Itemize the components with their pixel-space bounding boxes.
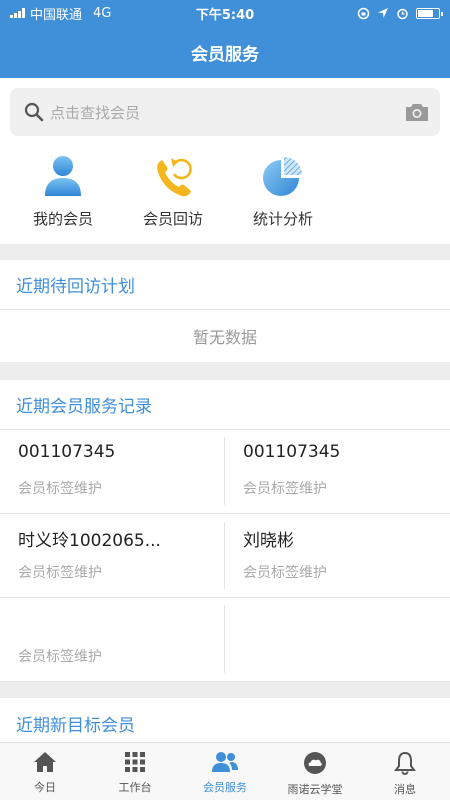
location-icon (378, 8, 388, 18)
page-title: 会员服务 (191, 44, 259, 65)
record-member-name: 时义玲1002065... (18, 531, 161, 550)
service-record-item[interactable]: 时义玲1002065... 会员标签维护 (0, 514, 225, 598)
tab-member-service[interactable]: 会员服务 (180, 743, 270, 800)
search-icon (24, 102, 44, 122)
statistics-label: 统计分析 (252, 210, 313, 228)
my-members-label: 我的会员 (32, 210, 93, 228)
record-service-type: 会员标签维护 (243, 565, 327, 581)
orientation-lock-icon (357, 7, 370, 19)
pending-visits-title: 近期待回访计划 (0, 260, 450, 310)
members-icon (212, 752, 238, 772)
service-records-title: 近期会员服务记录 (0, 380, 450, 430)
service-record-item[interactable]: 001107345 会员标签维护 (0, 430, 225, 514)
quick-actions: 我的会员 会员回访 统计分析 (0, 144, 450, 244)
phone-callback-icon (157, 158, 192, 197)
record-member-name (243, 610, 450, 634)
statistics-button[interactable]: 统计分析 (228, 144, 338, 244)
service-record-item (225, 598, 450, 682)
pending-visits-empty: 暂无数据 (192, 328, 257, 347)
cloud-icon (304, 752, 326, 774)
service-record-item[interactable]: 刘晓彬 会员标签维护 (225, 514, 450, 598)
service-records-section: 近期会员服务记录 001107345 会员标签维护 001107345 会员标签… (0, 380, 450, 682)
tab-today-label: 今日 (34, 781, 56, 794)
network-type: 4G (93, 5, 112, 21)
record-service-type: 会员标签维护 (18, 481, 102, 497)
pie-chart-icon (263, 157, 302, 196)
record-member-name (18, 610, 225, 634)
camera-icon[interactable] (404, 101, 430, 123)
member-callback-button[interactable]: 会员回访 (118, 144, 228, 244)
tab-member-service-label: 会员服务 (203, 781, 247, 794)
tab-workbench[interactable]: 工作台 (90, 743, 180, 800)
search-placeholder: 点击查找会员 (50, 103, 141, 122)
bell-icon (394, 751, 416, 775)
service-record-item[interactable]: 会员标签维护 (0, 598, 225, 682)
tab-bar: 今日 工作台 会员服务 雨诺云学堂 消息 (0, 742, 450, 800)
my-members-button[interactable]: 我的会员 (8, 144, 118, 244)
tab-workbench-label: 工作台 (118, 781, 152, 794)
record-service-type: 会员标签维护 (18, 565, 102, 581)
battery-icon (416, 7, 443, 19)
record-member-name: 001107345 (243, 442, 341, 462)
new-targets-section: 近期新目标会员 (0, 698, 450, 742)
home-icon (34, 752, 56, 772)
nav-bar: 会员服务 (0, 26, 450, 78)
tab-cloud-school[interactable]: 雨诺云学堂 (270, 743, 360, 800)
tab-cloud-school-label: 雨诺云学堂 (287, 783, 343, 796)
member-person-icon (45, 156, 81, 196)
alarm-icon (397, 8, 408, 19)
grid-icon (125, 752, 145, 772)
tab-messages[interactable]: 消息 (360, 743, 450, 800)
member-search-input[interactable]: 点击查找会员 (10, 88, 440, 136)
search-area: 点击查找会员 (0, 78, 450, 144)
new-targets-title: 近期新目标会员 (16, 715, 135, 736)
service-records-grid: 001107345 会员标签维护 001107345 会员标签维护 时义玲100… (0, 430, 450, 682)
service-record-item[interactable]: 001107345 会员标签维护 (225, 430, 450, 514)
carrier-name: 中国联通 (30, 7, 83, 23)
member-callback-label: 会员回访 (142, 210, 203, 228)
pending-visits-section: 近期待回访计划 暂无数据 (0, 260, 450, 362)
record-member-name: 001107345 (18, 442, 116, 462)
record-service-type: 会员标签维护 (18, 649, 102, 665)
status-bar: 中国联通 4G 下午5:40 (0, 0, 450, 26)
tab-today[interactable]: 今日 (0, 743, 90, 800)
signal-icon (10, 8, 25, 18)
record-member-name: 刘晓彬 (243, 531, 294, 550)
record-service-type: 会员标签维护 (243, 481, 327, 497)
tab-messages-label: 消息 (394, 783, 416, 796)
